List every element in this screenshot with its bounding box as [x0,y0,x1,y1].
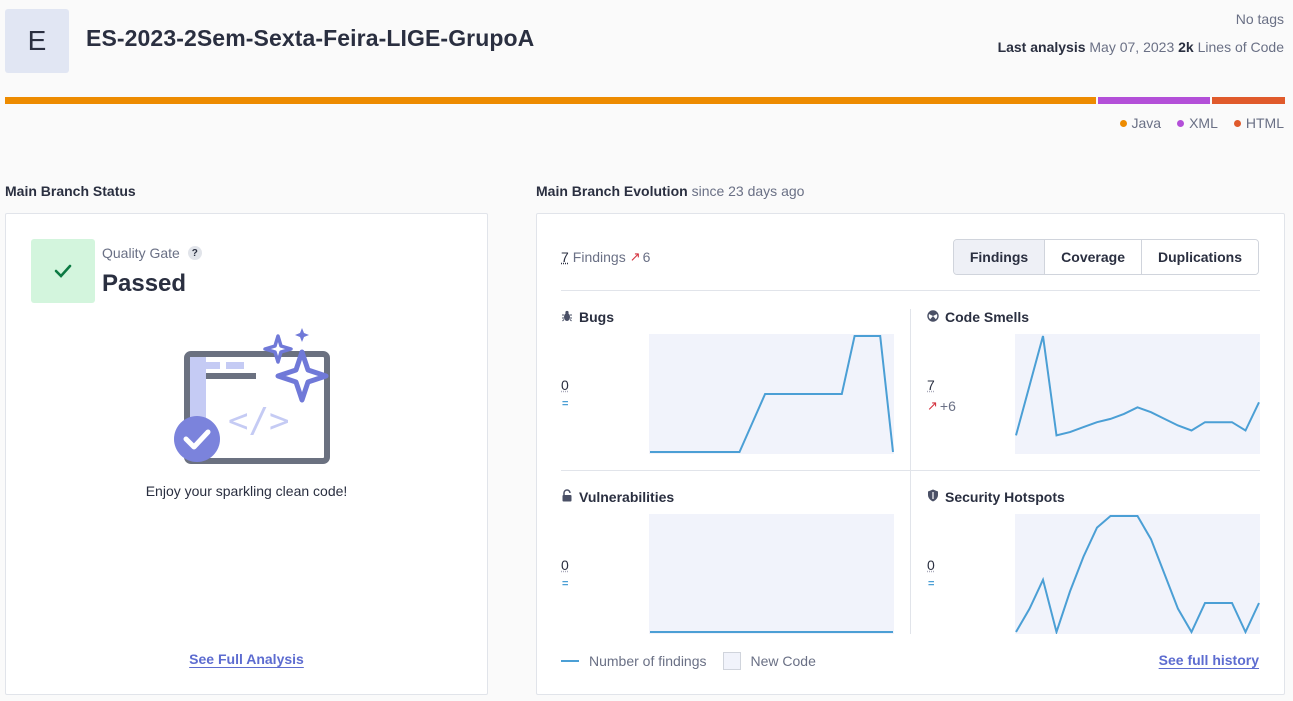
code-smell-icon [927,309,939,325]
language-name: XML [1189,115,1218,131]
language-bar-xml [1098,97,1210,104]
svg-text:</>: </> [228,401,289,441]
tab-duplications[interactable]: Duplications [1140,240,1258,274]
code-smells-chart [1015,334,1260,454]
bugs-label: Bugs [579,309,614,325]
last-analysis-label: Last analysis [997,39,1086,55]
evolution-tabs: Findings Coverage Duplications [952,239,1259,275]
new-code-swatch [722,652,741,670]
project-title[interactable]: ES-2023-2Sem-Sexta-Feira-LIGE-GrupoA [86,25,534,52]
language-legend: Java XML HTML [1119,115,1284,131]
clean-code-illustration: </> [174,328,330,464]
new-code-area [649,514,894,634]
vulnerabilities-chart [649,514,894,634]
findings-count[interactable]: 7 [561,249,569,265]
evolution-section-title: Main Branch Evolution since 23 days ago [536,183,804,199]
code-smells-title: Code Smells [927,309,1029,325]
unchanged-icon: = [928,578,935,590]
security-hotspots-title: Security Hotspots [927,489,1065,505]
clean-code-message: Enjoy your sparkling clean code! [145,483,348,499]
legend-findings-label: Number of findings [589,653,707,669]
security-hotspots-label: Security Hotspots [945,489,1065,505]
see-full-history-wrap: See full history [1159,652,1259,668]
loc-value: 2k [1178,39,1194,55]
language-dot [1177,119,1185,127]
arrow-up-icon: ↗ [927,398,938,413]
language-bar-html [1212,97,1285,104]
arrow-up-icon: ↗ [629,249,641,264]
code-smells-delta: ↗ +6 [927,398,956,414]
language-name: HTML [1245,115,1284,131]
last-analysis-date: May 07, 2023 [1089,39,1175,55]
findings-total: 7 Findings ↗ 6 [561,249,650,265]
code-smells-value[interactable]: 7 [927,377,935,393]
evolution-card: 7 Findings ↗ 6 Findings Coverage Duplicat… [536,213,1285,695]
tab-coverage[interactable]: Coverage [1044,240,1141,274]
bugs-value[interactable]: 0 [561,377,569,393]
security-hotspots-value[interactable]: 0 [927,557,935,573]
language-legend-java: Java [1119,115,1162,131]
evolution-since: since 23 days ago [691,183,805,199]
analysis-meta: Last analysis May 07, 2023 2k Lines of C… [998,39,1284,55]
unchanged-icon: = [562,578,569,590]
chart-legend: Number of findings New Code [561,652,816,670]
security-hotspots-chart [1015,514,1260,634]
language-legend-xml: XML [1177,115,1218,131]
findings-line-swatch [561,660,579,662]
shield-icon [927,489,939,505]
project-avatar: E [5,9,69,73]
tab-findings[interactable]: Findings [953,240,1045,274]
quality-gate-label: Quality Gate ? [102,245,202,261]
divider-top [561,290,1260,291]
unchanged-icon: = [562,398,569,410]
vulnerabilities-title: Vulnerabilities [561,489,674,505]
avatar-letter: E [27,25,47,56]
help-icon[interactable]: ? [187,246,202,260]
bugs-title: Bugs [561,309,614,325]
language-bar-java [5,97,1096,104]
check-icon [54,264,72,278]
loc-label: Lines of Code [1197,39,1284,55]
quality-gate-status: Passed [102,270,187,297]
see-full-history-link[interactable]: See full history [1159,652,1259,668]
lock-icon [561,489,573,505]
see-full-analysis-link[interactable]: See Full Analysis [189,651,304,667]
quality-gate-card: Quality Gate ? Passed </> Enjoy your spa… [5,213,488,695]
status-section-title: Main Branch Status [5,183,136,199]
language-dot [1119,119,1127,127]
code-smells-delta-value: +6 [939,398,956,414]
findings-delta-value: 6 [642,249,651,265]
bugs-chart [649,334,894,454]
quality-gate-badge [31,239,95,303]
language-dot [1233,119,1241,127]
legend-new-code-label: New Code [750,653,816,669]
see-full-analysis-link-wrap: See Full Analysis [6,651,487,667]
divider-vertical [910,309,911,634]
project-tags[interactable]: No tags [1236,11,1284,27]
language-distribution-bar [5,97,1285,104]
evolution-title: Main Branch Evolution [536,183,688,199]
code-smells-label: Code Smells [945,309,1030,325]
vulnerabilities-value[interactable]: 0 [561,557,569,573]
language-name: Java [1131,115,1162,131]
language-legend-html: HTML [1233,115,1284,131]
quality-gate-text: Quality Gate [102,245,180,261]
bug-icon [561,309,573,325]
vulnerabilities-label: Vulnerabilities [579,489,675,505]
findings-delta: ↗ 6 [630,249,651,265]
findings-label: Findings [572,249,626,265]
